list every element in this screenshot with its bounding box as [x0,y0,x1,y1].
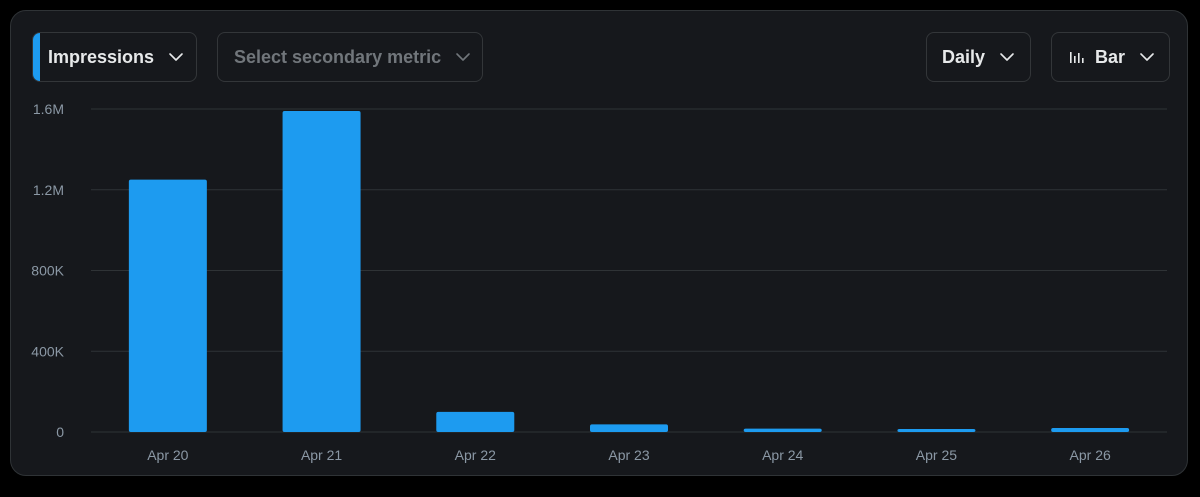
x-tick-label: Apr 22 [455,447,496,463]
y-tick-label: 400K [31,343,64,359]
y-tick-label: 1.2M [33,182,64,198]
bar[interactable] [897,429,976,432]
bar[interactable] [590,424,668,432]
x-tick-label: Apr 24 [762,447,803,463]
bar[interactable] [436,411,515,432]
y-tick-label: 800K [31,263,64,279]
analytics-card: Impressions Select secondary metric Dail… [10,10,1188,476]
bar[interactable] [282,111,361,433]
impressions-bar-chart: 0 400K 800K 1.2M 1.6M Apr 20 Apr 21 Apr 22 Apr 2… [31,101,1167,463]
bar[interactable] [128,179,207,432]
x-tick-label: Apr 25 [916,447,957,463]
y-tick-label: 1.6M [33,101,64,117]
x-tick-label: Apr 21 [301,447,342,463]
x-tick-label: Apr 23 [608,447,649,463]
x-tick-label: Apr 26 [1070,447,1111,463]
bar[interactable] [743,428,822,432]
y-tick-label: 0 [56,424,64,440]
bar[interactable] [1051,427,1130,432]
x-tick-label: Apr 20 [147,447,188,463]
